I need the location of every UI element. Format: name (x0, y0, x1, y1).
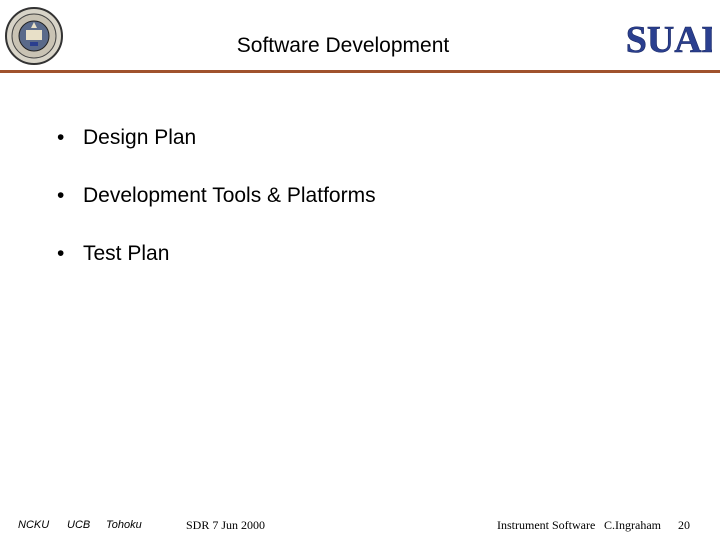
footer-org-ucb: UCB (67, 519, 91, 531)
bullet-icon: • (57, 126, 65, 149)
bullet-text: Development Tools & Platforms (83, 184, 376, 207)
bullet-icon: • (57, 242, 65, 265)
bullet-text: Design Plan (83, 126, 197, 149)
footer-subject: Instrument Software (497, 518, 596, 532)
footer-author: C.Ingraham (604, 518, 661, 532)
bullet-list: • Design Plan • Development Tools & Platfo… (57, 124, 376, 298)
bullet-icon: • (57, 184, 65, 207)
page-number: 20 (678, 518, 690, 532)
svg-text:ISUAL: ISUAL (626, 19, 712, 61)
header-divider (0, 70, 720, 73)
isual-logo: ISUAL (626, 19, 712, 62)
list-item: • Development Tools & Platforms (57, 182, 376, 210)
university-seal-icon (5, 7, 63, 65)
footer-date: SDR 7 Jun 2000 (186, 518, 266, 532)
footer-org-ncku: NCKU (18, 519, 50, 531)
list-item: • Test Plan (57, 240, 376, 268)
bullet-text: Test Plan (83, 242, 170, 265)
footer-org-tohoku: Tohoku (106, 519, 142, 531)
page-title: Software Development (236, 34, 450, 57)
list-item: • Design Plan (57, 124, 376, 152)
